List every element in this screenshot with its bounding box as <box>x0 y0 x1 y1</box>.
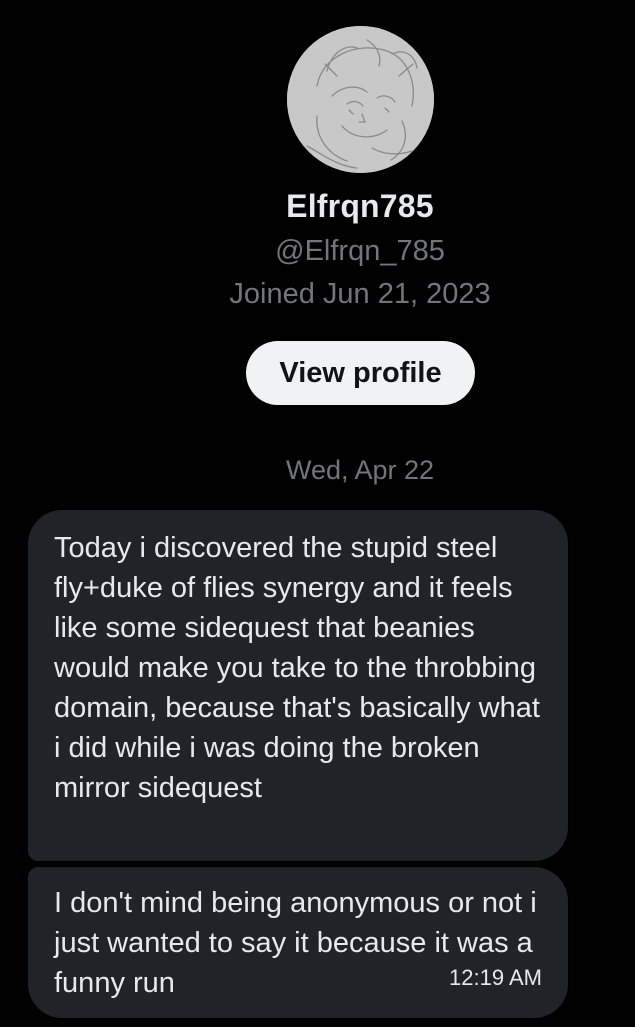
user-handle: @Elfrqn_785 <box>275 235 445 267</box>
message-timestamp: 12:19 AM <box>449 965 542 990</box>
sketched-character-avatar-icon <box>287 26 434 173</box>
message-bubble[interactable]: I don't mind being anonymous or not i ju… <box>28 867 568 1018</box>
avatar[interactable] <box>287 26 434 173</box>
joined-date: Joined Jun 21, 2023 <box>229 278 491 310</box>
display-name: Elfrqn785 <box>286 188 434 224</box>
date-separator: Wed, Apr 22 <box>285 455 435 485</box>
message-text: Today i discovered the stupid steel fly+… <box>54 532 540 804</box>
message-bubble[interactable]: Today i discovered the stupid steel fly+… <box>28 510 568 861</box>
view-profile-button[interactable]: View profile <box>246 341 475 405</box>
